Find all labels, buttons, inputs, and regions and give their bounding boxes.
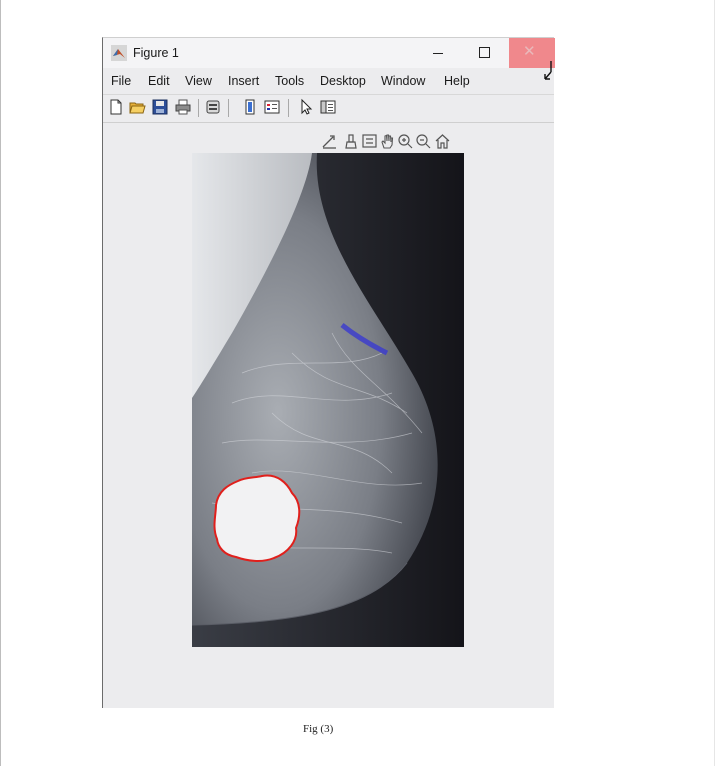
figure-toolbar <box>103 95 554 121</box>
toolbar-divider <box>103 122 554 123</box>
print-preview-icon[interactable] <box>204 98 222 116</box>
property-inspector-icon[interactable] <box>319 98 337 116</box>
open-file-icon[interactable] <box>128 98 146 116</box>
pan-icon[interactable] <box>379 133 396 150</box>
menu-bar: File Edit View Insert Tools Desktop Wind… <box>103 69 554 93</box>
menu-view[interactable]: View <box>185 74 212 88</box>
mammogram-image[interactable] <box>192 153 464 647</box>
title-bar[interactable]: Figure 1 ✕ <box>103 38 555 68</box>
window-title: Figure 1 <box>133 46 179 60</box>
legend-icon[interactable] <box>263 98 281 116</box>
matlab-logo-icon <box>111 45 127 61</box>
menu-file[interactable]: File <box>111 74 131 88</box>
zoom-in-icon[interactable] <box>397 133 414 150</box>
colorbar-icon[interactable] <box>241 98 259 116</box>
page-left-rule <box>0 0 1 766</box>
toolbar-separator <box>288 99 289 117</box>
menu-desktop[interactable]: Desktop <box>320 74 366 88</box>
maximize-icon <box>479 47 490 58</box>
menu-window[interactable]: Window <box>381 74 425 88</box>
data-tips-icon[interactable] <box>361 133 378 150</box>
toolbar-separator <box>198 99 199 117</box>
edit-plot-icon[interactable] <box>297 98 315 116</box>
close-icon: ✕ <box>523 42 536 60</box>
figure-caption: Fig (3) <box>303 723 334 735</box>
lesion-outline <box>213 474 301 562</box>
page-right-rule <box>714 0 715 766</box>
new-figure-icon[interactable] <box>107 98 125 116</box>
minimize-button[interactable] <box>415 38 461 68</box>
export-icon[interactable] <box>321 133 338 150</box>
menu-help[interactable]: Help <box>444 74 470 88</box>
menu-edit[interactable]: Edit <box>148 74 170 88</box>
figure-window: Figure 1 ✕ File Edit View Insert Tools D… <box>102 37 555 708</box>
home-icon[interactable] <box>434 133 451 150</box>
save-icon[interactable] <box>151 98 169 116</box>
minimize-icon <box>433 53 443 54</box>
print-icon[interactable] <box>174 98 192 116</box>
resize-cursor-icon <box>544 61 552 80</box>
maximize-button[interactable] <box>461 38 507 68</box>
axes-toolbar <box>321 133 471 151</box>
menu-tools[interactable]: Tools <box>275 74 304 88</box>
zoom-out-icon[interactable] <box>415 133 432 150</box>
brush-icon[interactable] <box>343 133 360 150</box>
menu-insert[interactable]: Insert <box>228 74 259 88</box>
toolbar-separator <box>228 99 229 117</box>
